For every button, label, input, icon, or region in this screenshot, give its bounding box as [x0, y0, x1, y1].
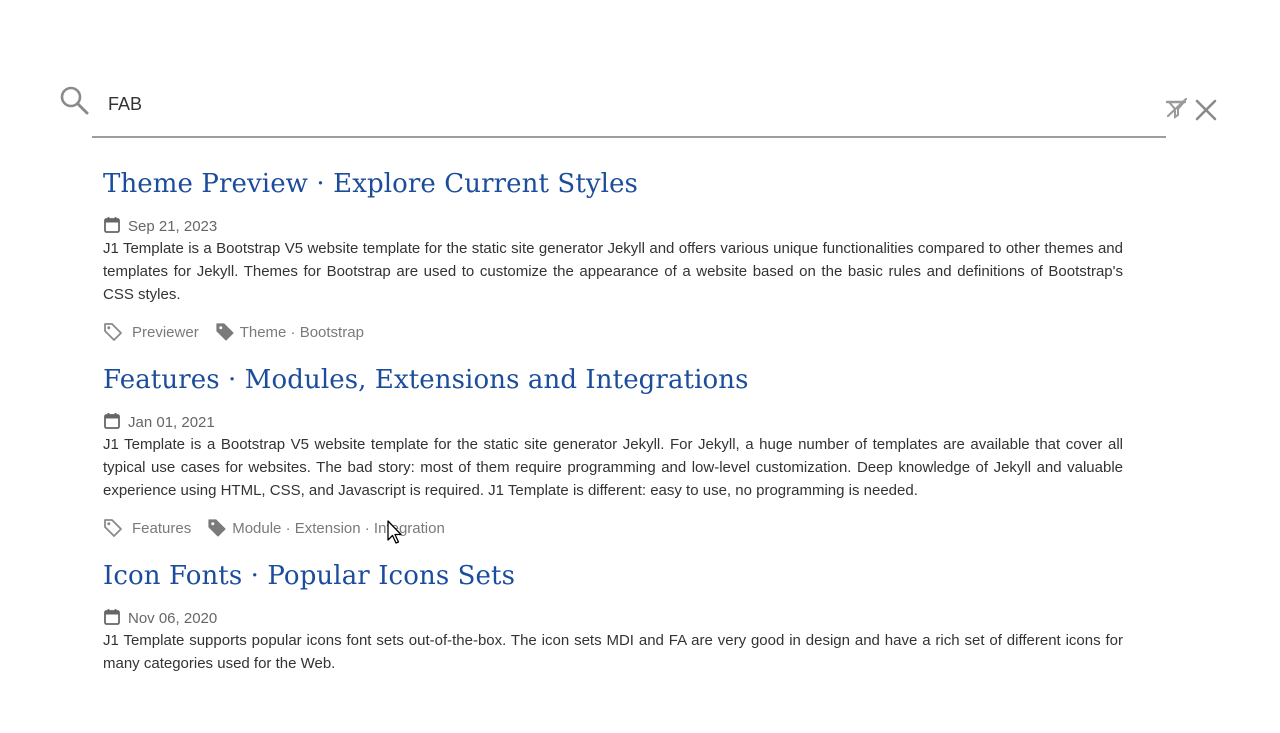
search-results: Theme Preview · Explore Current Styles S…: [103, 160, 1123, 675]
search-overlay: Theme Preview · Explore Current Styles S…: [0, 0, 1280, 733]
result-tags-text[interactable]: Module · Extension · Integration: [232, 520, 445, 537]
result-date-text: Sep 21, 2023: [128, 217, 218, 235]
result-date-text: Nov 06, 2020: [128, 609, 218, 627]
result-tags: Previewer Theme · Bootstrap: [103, 320, 1123, 344]
result-item: Theme Preview · Explore Current Styles S…: [103, 160, 1123, 344]
close-icon[interactable]: [1192, 96, 1220, 124]
result-date: Jan 01, 2021: [103, 412, 1123, 432]
result-description: J1 Template supports popular icons font …: [103, 632, 1123, 672]
search-icon[interactable]: [58, 84, 90, 116]
tag-icon: [215, 322, 235, 342]
result-date-text: Jan 01, 2021: [128, 413, 215, 431]
result-title-link[interactable]: Features · Modules, Extensions and Integ…: [103, 356, 1123, 404]
search-input[interactable]: [108, 90, 1148, 118]
result-item: Features · Modules, Extensions and Integ…: [103, 356, 1123, 540]
result-title-link[interactable]: Theme Preview · Explore Current Styles: [103, 160, 1123, 208]
tag-outline-icon: [103, 518, 123, 538]
calendar-icon: [103, 412, 121, 430]
calendar-icon: [103, 608, 121, 626]
search-underline: [92, 136, 1166, 138]
result-date: Sep 21, 2023: [103, 216, 1123, 236]
search-bar: [56, 80, 1226, 140]
mouse-pointer-icon: [387, 520, 403, 546]
result-tags-text[interactable]: Theme · Bootstrap: [240, 324, 364, 341]
result-description: J1 Template is a Bootstrap V5 website te…: [103, 436, 1123, 499]
result-description: J1 Template is a Bootstrap V5 website te…: [103, 240, 1123, 303]
tag-outline-icon: [103, 322, 123, 342]
result-tags: Features Module · Extension · Integratio…: [103, 516, 1123, 540]
filter-remove-icon[interactable]: [1164, 96, 1190, 122]
result-item: Icon Fonts · Popular Icons Sets Nov 06, …: [103, 552, 1123, 675]
result-category[interactable]: Previewer: [132, 324, 199, 341]
calendar-icon: [103, 216, 121, 234]
tag-icon: [207, 518, 227, 538]
result-title-link[interactable]: Icon Fonts · Popular Icons Sets: [103, 552, 1123, 600]
result-date: Nov 06, 2020: [103, 608, 1123, 628]
result-category[interactable]: Features: [132, 520, 191, 537]
